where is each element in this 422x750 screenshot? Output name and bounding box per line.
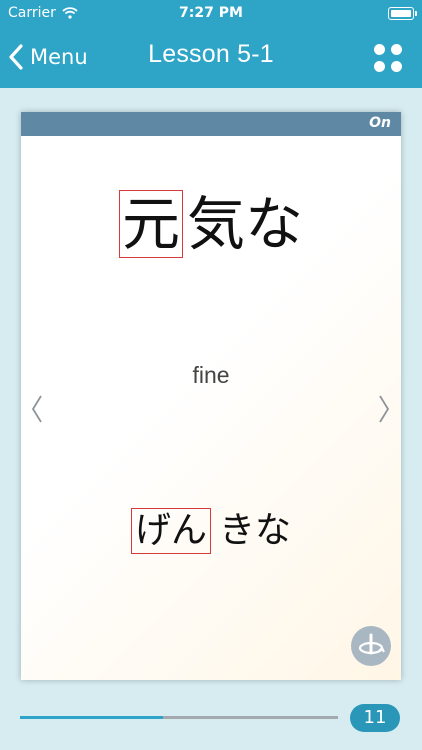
kanji-highlight: 元 [118,190,183,258]
progress-slider[interactable] [20,716,338,719]
status-bar: Carrier 7:27 PM [0,0,422,28]
kana-reading: げん きな [21,508,401,554]
card-header: On [21,112,401,136]
flip-icon [358,633,385,655]
progress-fill [20,716,164,719]
navigation-bar: Menu Lesson 5-1 [0,28,422,88]
card-number-badge: 11 [350,704,400,732]
arrow-left-icon[interactable] [30,394,44,424]
status-time: 7:27 PM [179,5,243,21]
reading-rest: きな [219,510,292,551]
top-bar: Carrier 7:27 PM Menu Lesson 5-1 [0,0,422,88]
grid-icon [374,44,385,55]
battery-icon [388,7,417,20]
flip-card-button[interactable] [351,626,391,666]
kanji-word: 元 気な [21,190,401,258]
page-title: Lesson 5-1 [148,40,274,68]
word-meaning: fine [192,362,230,388]
arrow-right-icon[interactable] [377,394,391,424]
flashcard[interactable]: On 元 気な fine げん きな [21,112,401,680]
grid-menu-button[interactable] [374,44,402,72]
mode-toggle[interactable]: On [369,115,391,131]
reading-highlight: げん [130,508,211,554]
kanji-rest: 気な [187,190,304,258]
